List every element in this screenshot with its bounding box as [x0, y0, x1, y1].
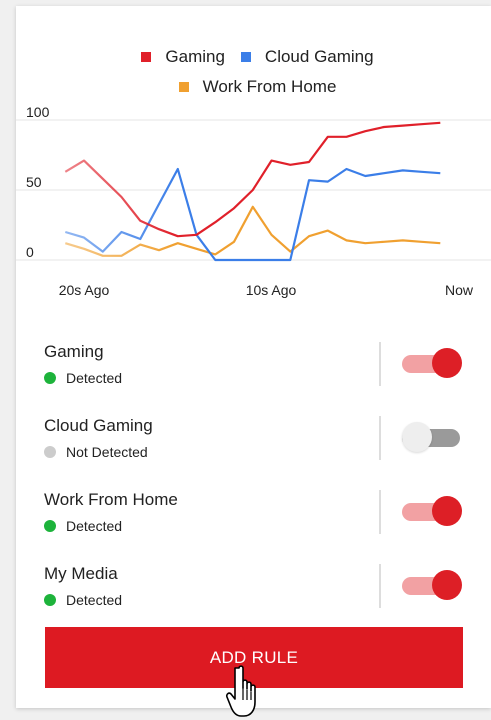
status-text: Detected	[66, 370, 123, 386]
divider	[379, 490, 381, 534]
traffic-rules-card: Gaming Cloud Gaming Work From Home 0 50 10…	[16, 6, 491, 708]
status-text: Detected	[66, 592, 123, 608]
toggle-knob	[432, 496, 462, 526]
hand-pointer-icon	[226, 665, 256, 717]
rule-row: My Media Detected	[16, 558, 491, 632]
status-text: Detected	[66, 518, 123, 534]
rule-row: Gaming Detected	[16, 336, 491, 410]
status-dot	[44, 446, 56, 458]
toggle-knob	[432, 570, 462, 600]
y-tick-label: 0	[26, 244, 34, 260]
divider	[379, 342, 381, 386]
rule-status: Detected	[44, 370, 122, 386]
divider	[379, 564, 381, 608]
rule-toggle[interactable]	[402, 496, 462, 526]
series-line-gaming	[64, 121, 441, 238]
x-tick-label: Now	[445, 282, 474, 298]
rule-name: Cloud Gaming	[44, 416, 153, 435]
rules-list: Gaming Detected Cloud Gaming Not Detected Wo…	[16, 336, 491, 632]
rule-name: Work From Home	[44, 490, 178, 509]
y-tick-label: 50	[26, 174, 42, 190]
rule-row: Cloud Gaming Not Detected	[16, 410, 491, 484]
rule-status: Detected	[44, 518, 122, 534]
rule-row: Work From Home Detected	[16, 484, 491, 558]
status-dot	[44, 520, 56, 532]
rule-name: Gaming	[44, 342, 104, 361]
rule-toggle[interactable]	[402, 570, 462, 600]
series-line-cloud-gaming	[64, 167, 441, 262]
x-tick-label: 20s Ago	[59, 282, 110, 298]
x-tick-label: 10s Ago	[246, 282, 297, 298]
traffic-line-chart: 0 50 100 20s Ago 10s Ago Now	[16, 104, 491, 298]
toggle-knob	[402, 422, 432, 452]
status-text: Not Detected	[66, 444, 148, 460]
rule-toggle[interactable]	[402, 422, 462, 452]
rule-status: Detected	[44, 592, 122, 608]
status-dot	[44, 594, 56, 606]
toggle-knob	[432, 348, 462, 378]
status-dot	[44, 372, 56, 384]
divider	[379, 416, 381, 460]
rule-name: My Media	[44, 564, 118, 583]
y-tick-label: 100	[26, 104, 50, 120]
rule-status: Not Detected	[44, 444, 148, 460]
rule-toggle[interactable]	[402, 348, 462, 378]
